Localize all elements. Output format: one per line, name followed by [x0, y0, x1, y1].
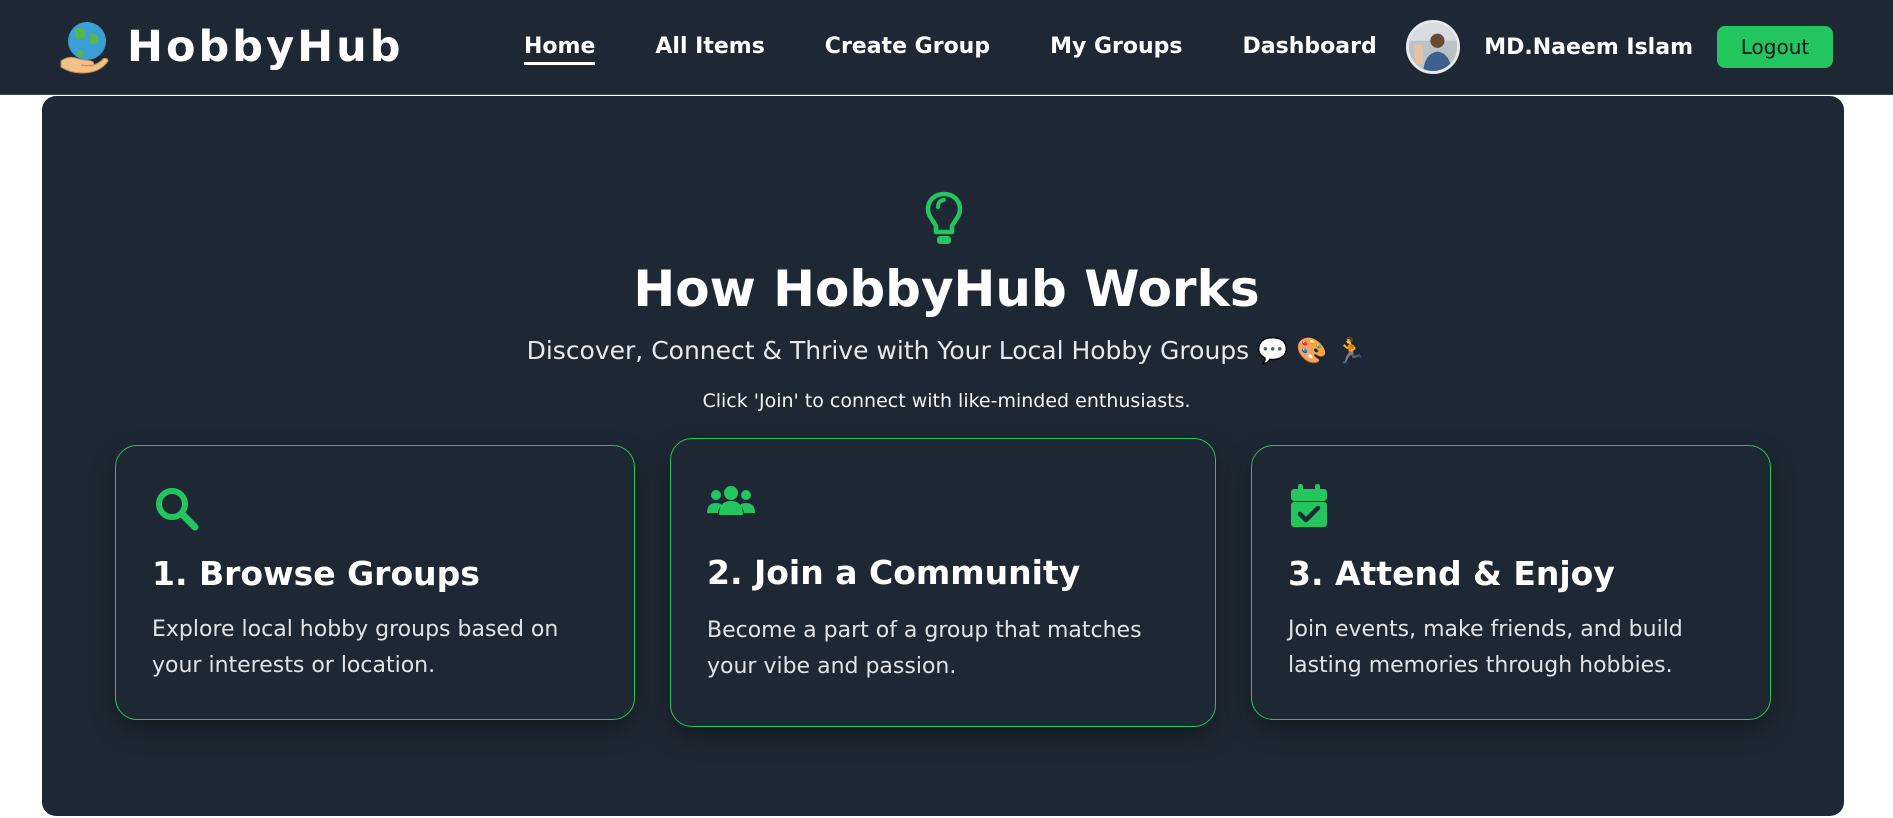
logout-button[interactable]: Logout [1717, 26, 1833, 68]
user-area: MD.Naeem Islam Logout [1406, 20, 1833, 74]
card-title: 1. Browse Groups [152, 554, 480, 593]
nav-link-create-group[interactable]: Create Group [825, 34, 990, 65]
navbar: HobbyHub Home All Items Create Group My … [0, 0, 1893, 95]
search-icon [156, 488, 199, 531]
user-avatar[interactable] [1406, 20, 1461, 74]
user-name: MD.Naeem Islam [1484, 34, 1693, 60]
brand-name: HobbyHub [127, 22, 404, 72]
section-subtitle: Discover, Connect & Thrive with Your Loc… [526, 336, 1367, 365]
card-text: Become a part of a group that matches yo… [707, 618, 1142, 679]
nav-link-my-groups[interactable]: My Groups [1050, 34, 1182, 65]
calendar-check-icon [1291, 484, 1327, 527]
step-card-browse: 1. Browse Groups Explore local hobby gro… [115, 445, 635, 720]
section-title: How HobbyHub Works [633, 260, 1260, 318]
lightbulb-icon [925, 191, 963, 244]
section-note: Click 'Join' to connect with like-minded… [702, 390, 1191, 412]
card-title: 2. Join a Community [707, 553, 1081, 592]
globe-hand-icon [60, 22, 109, 74]
step-card-join: 2. Join a Community Become a part of a g… [670, 438, 1216, 727]
step-card-attend: 3. Attend & Enjoy Join events, make frie… [1251, 445, 1771, 720]
main-nav: Home All Items Create Group My Groups Da… [524, 34, 1377, 65]
card-title: 3. Attend & Enjoy [1288, 554, 1615, 593]
brand-logo-link[interactable]: HobbyHub [57, 19, 404, 75]
nav-link-home[interactable]: Home [524, 34, 596, 65]
card-text: Explore local hobby groups based on your… [152, 617, 559, 678]
users-icon [707, 486, 755, 515]
nav-link-dashboard[interactable]: Dashboard [1243, 34, 1377, 65]
nav-link-all-items[interactable]: All Items [655, 34, 764, 65]
card-text: Join events, make friends, and build las… [1288, 617, 1683, 678]
user-photo-icon [1409, 23, 1458, 71]
